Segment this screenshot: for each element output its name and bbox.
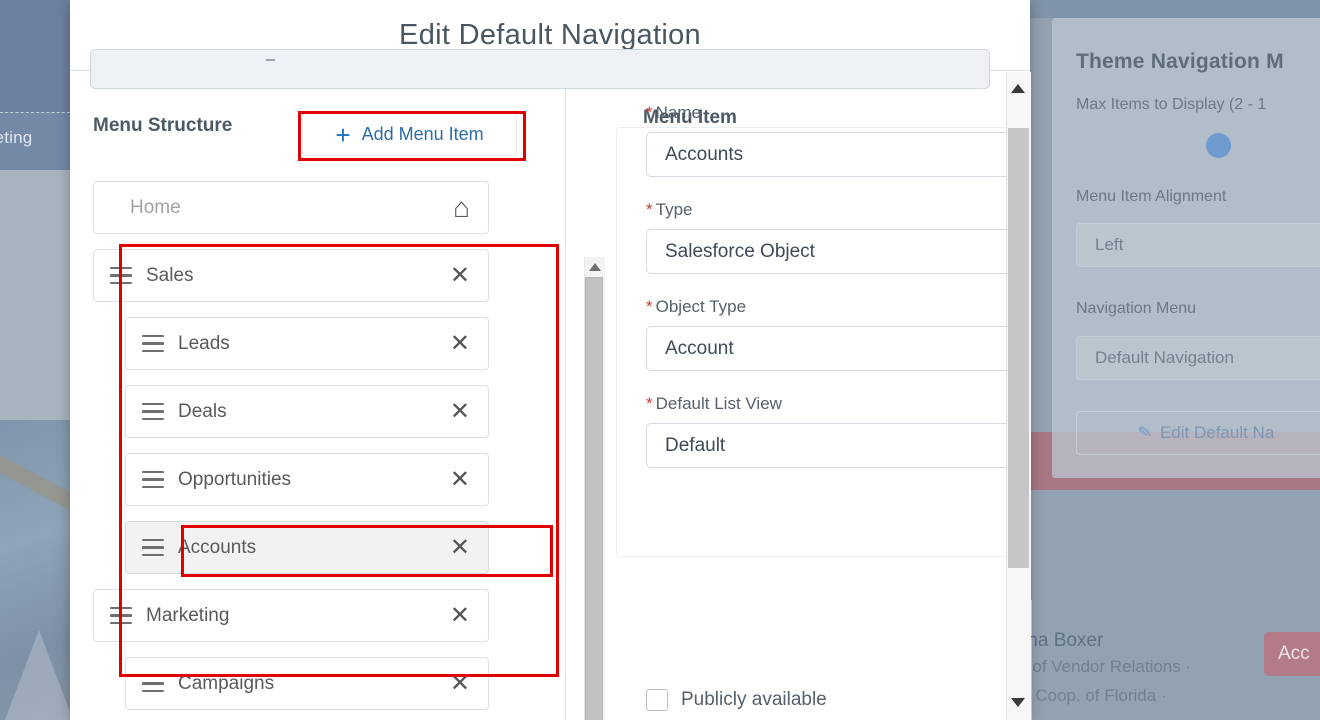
background-person-card: tha Boxer r of Vendor Relations · s Coop… [1022,630,1282,710]
max-items-label: Max Items to Display (2 - 1 [1076,96,1267,113]
field-name: * Name Accounts [646,103,1030,177]
panel-spacer [1052,180,1320,181]
field-object-type: * Object Type Account [646,297,1030,371]
drag-handle-icon[interactable] [142,402,164,421]
background-nav-block [0,0,70,112]
field-label-object-type: * Object Type [646,297,1030,317]
menu-item-column: Menu Item * Name Accounts * Type Salesforce O… [566,71,1030,720]
menu-item-alignment-label: Menu Item Alignment [1076,188,1227,205]
drag-handle-icon[interactable] [142,470,164,489]
add-menu-item-button[interactable]: + Add Menu Item [302,113,517,156]
menu-row-label: Accounts [178,536,257,558]
close-icon[interactable]: ✕ [450,263,470,288]
close-icon[interactable]: ✕ [450,603,470,628]
close-icon[interactable]: ✕ [450,399,470,424]
select-object-type[interactable]: Account [646,326,1030,371]
input-name[interactable]: Accounts [646,132,1030,177]
field-label-text: Type [655,200,693,219]
drag-handle-icon[interactable] [110,606,132,625]
add-menu-item-button-label: Add Menu Item [361,124,484,144]
menu-row-label: Leads [178,332,230,354]
menu-row-leads[interactable]: Leads ✕ [125,317,489,370]
field-value: Account [665,337,734,359]
menu-row-deals[interactable]: Deals ✕ [125,385,489,438]
menu-structure-column: Menu Structure + Add Menu Item Home ⌂ Sale… [70,71,565,720]
menu-row-label: Campaigns [178,672,275,694]
edit-default-navigation-modal: Edit Default Navigation Menu Structure +… [70,0,1030,720]
field-label-default-list-view: * Default List View [646,394,1030,414]
accept-button[interactable]: Acc [1264,632,1320,676]
menu-row-label: Deals [178,400,227,422]
home-icon: ⌂ [453,191,470,223]
menu-row-label: Sales [146,264,194,286]
field-value: Accounts [665,143,744,165]
plus-icon: + [335,119,351,150]
field-type: * Type Salesforce Object [646,200,1030,274]
field-value: Salesforce Object [665,240,815,262]
max-items-slider-track[interactable] [1076,143,1320,147]
menu-row-sales[interactable]: Sales ✕ [93,249,489,302]
drag-handle-icon[interactable] [142,538,164,557]
page-title: Edit Default Navigation [399,18,701,51]
modal-scroll-up-arrow-icon[interactable] [1011,84,1025,93]
menu-row-label: Home [130,196,181,218]
required-asterisk-icon: * [646,394,653,413]
menu-row-marketing[interactable]: Marketing ✕ [93,589,489,642]
close-icon[interactable]: ✕ [450,671,470,696]
background-top-band [1030,0,1320,18]
menu-row-opportunities[interactable]: Opportunities ✕ [125,453,489,506]
edit-default-navigation-button-label: Edit Default Na [1159,423,1275,442]
menu-row-label: Opportunities [178,468,292,490]
person-role: r of Vendor Relations · [1022,657,1192,676]
field-label-text: Object Type [655,297,747,316]
menu-row-home[interactable]: Home ⌂ [93,181,489,234]
close-icon[interactable]: ✕ [450,331,470,356]
modal-scroll-down-arrow-icon[interactable] [1011,698,1025,707]
publicly-available-checkbox[interactable] [646,689,668,711]
modal-scroll-thumb[interactable] [1008,128,1029,568]
field-label-text: Default List View [655,394,782,413]
max-items-slider-thumb[interactable] [1206,133,1231,158]
background-photo-shape [5,630,73,720]
drag-handle-icon[interactable] [142,334,164,353]
drag-handle-icon[interactable] [142,674,164,693]
edit-default-navigation-button[interactable]: ✎ Edit Default Na [1076,411,1320,455]
field-value: Default [665,434,726,456]
publicly-available-row[interactable]: Publicly available [646,689,827,711]
select-type[interactable]: Salesforce Object [646,229,1030,274]
select-default-list-view[interactable]: Default [646,423,1030,468]
background-grey-block [0,170,70,421]
background-nav-label: rketing [0,128,33,147]
menu-item-alignment-select[interactable]: Left [1076,223,1320,267]
menu-structure-heading: Menu Structure [93,115,233,136]
menu-row-accounts[interactable]: Accounts ✕ [125,521,489,574]
pencil-icon: ✎ [1136,421,1154,444]
menu-row-label: Marketing [146,604,230,626]
publicly-available-label: Publicly available [681,689,827,710]
person-org: s Coop. of Florida · [1022,686,1167,705]
field-label-text: Name [655,103,701,122]
navigation-menu-select[interactable]: Default Navigation [1076,336,1320,380]
theme-navigation-panel-title: Theme Navigation M [1076,50,1284,73]
modal-body: Menu Structure + Add Menu Item Home ⌂ Sale… [70,49,1030,720]
navigation-menu-label: Navigation Menu [1076,300,1197,317]
menu-row-campaigns[interactable]: Campaigns ✕ [125,657,489,710]
required-asterisk-icon: * [646,103,653,122]
background-photo [0,420,98,720]
drag-handle-icon[interactable] [110,266,132,285]
close-icon[interactable]: ✕ [450,467,470,492]
field-label-type: * Type [646,200,1030,220]
field-default-list-view: * Default List View Default [646,394,1030,468]
close-icon[interactable]: ✕ [450,535,470,560]
required-asterisk-icon: * [646,200,653,219]
person-name: tha Boxer [1022,630,1104,651]
required-asterisk-icon: * [646,297,653,316]
menu-structure-list[interactable]: Home ⌂ Sales ✕ Leads ✕ Deals ✕ Opportunities ✕ Acc… [93,181,541,720]
field-label-name: * Name [646,103,1030,123]
